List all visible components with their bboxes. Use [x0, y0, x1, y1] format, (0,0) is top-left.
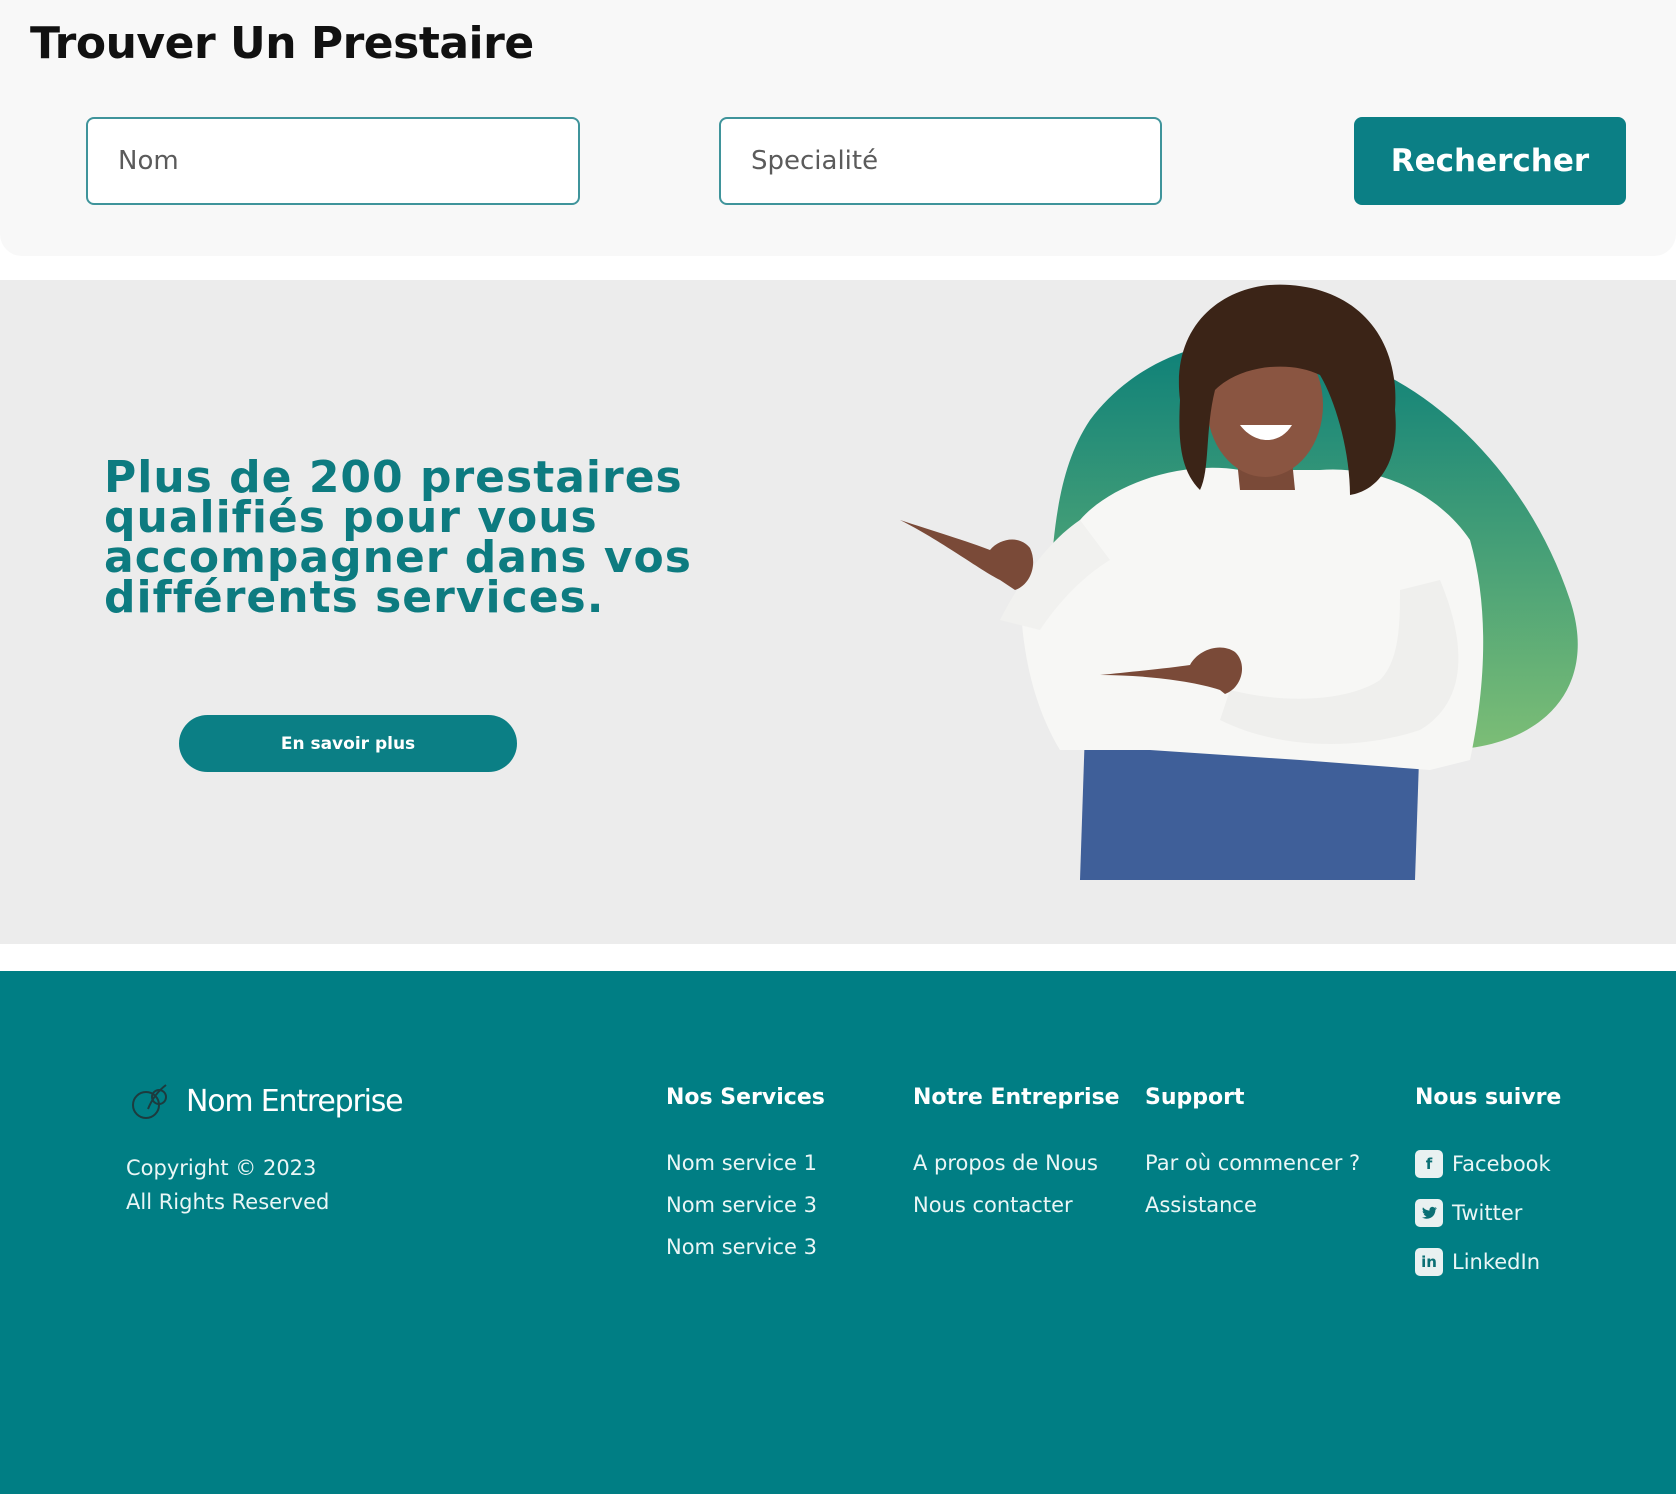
copyright-block: Copyright © 2023 All Rights Reserved	[126, 1151, 329, 1219]
contact-link[interactable]: Nous contacter	[913, 1192, 1120, 1218]
footer-column-social: Nous suivre f Facebook Twitter in Linked…	[1415, 1085, 1561, 1297]
linkedin-label: LinkedIn	[1452, 1250, 1541, 1274]
service-link-1[interactable]: Nom service 1	[666, 1150, 825, 1176]
twitter-label: Twitter	[1452, 1201, 1523, 1225]
footer-brand[interactable]: Nom Entreprise	[126, 1081, 404, 1121]
hero-headline: Plus de 200 prestaires qualifiés pour vo…	[104, 452, 692, 623]
facebook-icon: f	[1415, 1150, 1443, 1178]
getting-started-link[interactable]: Par où commencer ?	[1145, 1150, 1360, 1176]
linkedin-icon: in	[1415, 1248, 1443, 1276]
services-heading: Nos Services	[666, 1085, 825, 1110]
footer-column-company: Notre Entreprise A propos de Nous Nous c…	[913, 1085, 1120, 1234]
copyright-text: Copyright © 2023	[126, 1156, 317, 1180]
specialty-input[interactable]	[719, 117, 1162, 205]
about-link[interactable]: A propos de Nous	[913, 1150, 1120, 1176]
facebook-link[interactable]: f Facebook	[1415, 1150, 1561, 1178]
footer-column-services: Nos Services Nom service 1 Nom service 3…	[666, 1085, 825, 1276]
social-heading: Nous suivre	[1415, 1085, 1562, 1110]
pointing-hand-left	[900, 520, 1034, 590]
linkedin-link[interactable]: in LinkedIn	[1415, 1248, 1561, 1276]
footer-column-support: Support Par où commencer ? Assistance	[1145, 1085, 1360, 1234]
company-name: Nom Entreprise	[186, 1083, 404, 1119]
search-panel: Trouver Un Prestaire Rechercher	[0, 0, 1676, 256]
learn-more-button[interactable]: En savoir plus	[179, 715, 517, 772]
hero-banner: Plus de 200 prestaires qualifiés pour vo…	[0, 280, 1676, 944]
search-button[interactable]: Rechercher	[1354, 117, 1626, 205]
assistance-link[interactable]: Assistance	[1145, 1192, 1360, 1218]
service-link-2[interactable]: Nom service 3	[666, 1192, 825, 1218]
name-input[interactable]	[86, 117, 580, 205]
site-footer: Nom Entreprise Copyright © 2023 All Righ…	[0, 971, 1676, 1494]
page-title: Trouver Un Prestaire	[30, 18, 534, 69]
facebook-label: Facebook	[1452, 1152, 1551, 1176]
rights-text: All Rights Reserved	[126, 1190, 330, 1214]
service-link-3[interactable]: Nom service 3	[666, 1234, 825, 1260]
twitter-link[interactable]: Twitter	[1415, 1199, 1561, 1227]
company-logo-icon	[132, 1084, 167, 1119]
hero-illustration	[900, 284, 1578, 880]
company-heading: Notre Entreprise	[913, 1085, 1120, 1110]
support-heading: Support	[1145, 1085, 1245, 1110]
twitter-icon	[1415, 1199, 1443, 1227]
